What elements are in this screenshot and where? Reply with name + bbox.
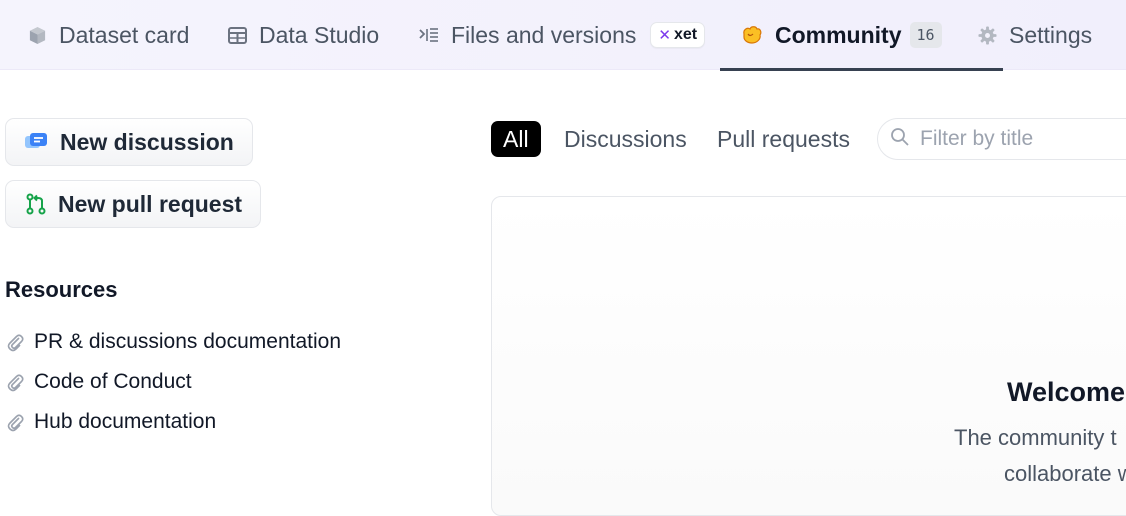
tab-dataset-card[interactable]: Dataset card xyxy=(28,0,189,70)
tab-label: Community xyxy=(775,21,902,48)
filter-discussions[interactable]: Discussions xyxy=(564,121,687,157)
filter-pull-requests[interactable]: Pull requests xyxy=(717,121,850,157)
tab-label: Settings xyxy=(1009,21,1093,48)
new-pr-label: New pull request xyxy=(58,190,243,217)
new-pull-request-button[interactable]: New pull request xyxy=(5,180,262,228)
search-icon xyxy=(890,127,910,152)
tab-label: Data Studio xyxy=(259,21,380,48)
discussion-count-badge: 16 xyxy=(909,22,942,48)
filter-search-box xyxy=(877,118,1126,160)
welcome-title: Welcome xyxy=(1007,377,1126,407)
welcome-description-line1: The community t xyxy=(954,425,1117,450)
welcome-description-line2: collaborate w xyxy=(1004,461,1126,486)
link-code-of-conduct[interactable]: Code of Conduct xyxy=(6,370,192,394)
cube-icon xyxy=(28,26,47,45)
tab-files-and-versions[interactable]: Files and versions ✕ xet xyxy=(419,0,706,70)
paperclip-icon xyxy=(6,332,24,352)
pull-request-icon xyxy=(26,193,46,215)
discussion-icon xyxy=(24,132,48,152)
link-label: Hub documentation xyxy=(34,410,217,433)
filter-by-title-input[interactable] xyxy=(918,126,1122,152)
paperclip-icon xyxy=(6,412,24,432)
xet-badge: ✕ xet xyxy=(650,22,706,48)
hugging-hand-icon xyxy=(741,25,763,45)
tab-data-studio[interactable]: Data Studio xyxy=(228,0,379,70)
tab-community[interactable]: Community 16 xyxy=(720,0,1002,71)
tab-label: Dataset card xyxy=(59,21,190,48)
gear-icon xyxy=(978,25,997,45)
xet-badge-label: xet xyxy=(673,26,698,43)
repo-tab-bar: Dataset card Data Studio Files and versi… xyxy=(0,0,1126,71)
new-discussion-button[interactable]: New discussion xyxy=(5,118,253,166)
filter-all[interactable]: All xyxy=(491,121,541,157)
files-icon xyxy=(419,27,439,43)
resources-heading: Resources xyxy=(5,277,118,302)
new-discussion-label: New discussion xyxy=(60,128,234,155)
link-pr-discussions-docs[interactable]: PR & discussions documentation xyxy=(6,330,341,354)
link-hub-documentation[interactable]: Hub documentation xyxy=(6,410,216,434)
link-label: PR & discussions documentation xyxy=(34,330,341,353)
paperclip-icon xyxy=(6,372,24,392)
xet-logo-icon: ✕ xyxy=(658,27,671,44)
table-icon xyxy=(228,26,247,44)
link-label: Code of Conduct xyxy=(34,370,192,393)
tab-settings[interactable]: Settings xyxy=(978,0,1092,70)
tab-label: Files and versions xyxy=(451,21,637,48)
